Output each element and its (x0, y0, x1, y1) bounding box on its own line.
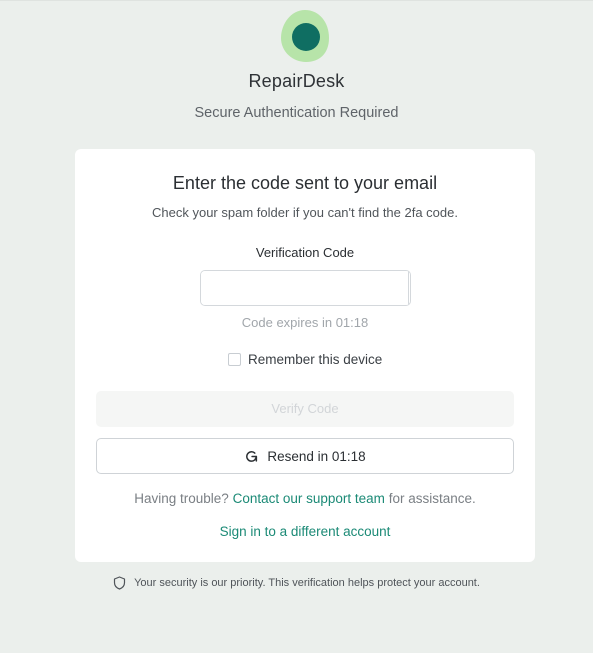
spam-folder-hint: Check your spam folder if you can't find… (152, 205, 458, 220)
code-digit-input-1[interactable] (201, 271, 409, 305)
sign-in-different-account-link[interactable]: Sign in to a different account (220, 524, 391, 539)
remember-device-option[interactable]: Remember this device (228, 351, 382, 367)
shield-icon (113, 576, 126, 590)
remember-device-label: Remember this device (248, 351, 383, 367)
resend-code-label: Resend in 01:18 (267, 448, 366, 464)
card-title: Enter the code sent to your email (172, 173, 438, 193)
code-digit-input-2[interactable] (409, 271, 410, 305)
verification-code-label: Verification Code (255, 245, 355, 260)
refresh-icon (246, 450, 258, 462)
verify-code-button[interactable]: Verify Code (96, 391, 514, 427)
remember-device-checkbox[interactable] (228, 352, 241, 366)
app-subtitle: Secure Authentication Required (194, 105, 399, 121)
security-footer: Your security is our priority. This veri… (0, 576, 593, 590)
verification-card: Enter the code sent to your email Check … (75, 149, 535, 562)
security-footer-text: Your security is our priority. This veri… (134, 577, 480, 589)
trouble-suffix: for assistance. (388, 491, 476, 506)
app-title: RepairDesk (248, 71, 345, 91)
resend-code-button[interactable]: Resend in 01:18 (96, 438, 514, 474)
repairdesk-logo-icon (281, 10, 329, 62)
verification-code-input-group (200, 270, 411, 306)
support-help-text: Having trouble? Contact our support team… (75, 491, 535, 506)
trouble-prefix: Having trouble? (134, 491, 229, 506)
contact-support-link[interactable]: Contact our support team (233, 491, 385, 506)
code-expiry-timer: Code expires in 01:18 (241, 315, 369, 330)
